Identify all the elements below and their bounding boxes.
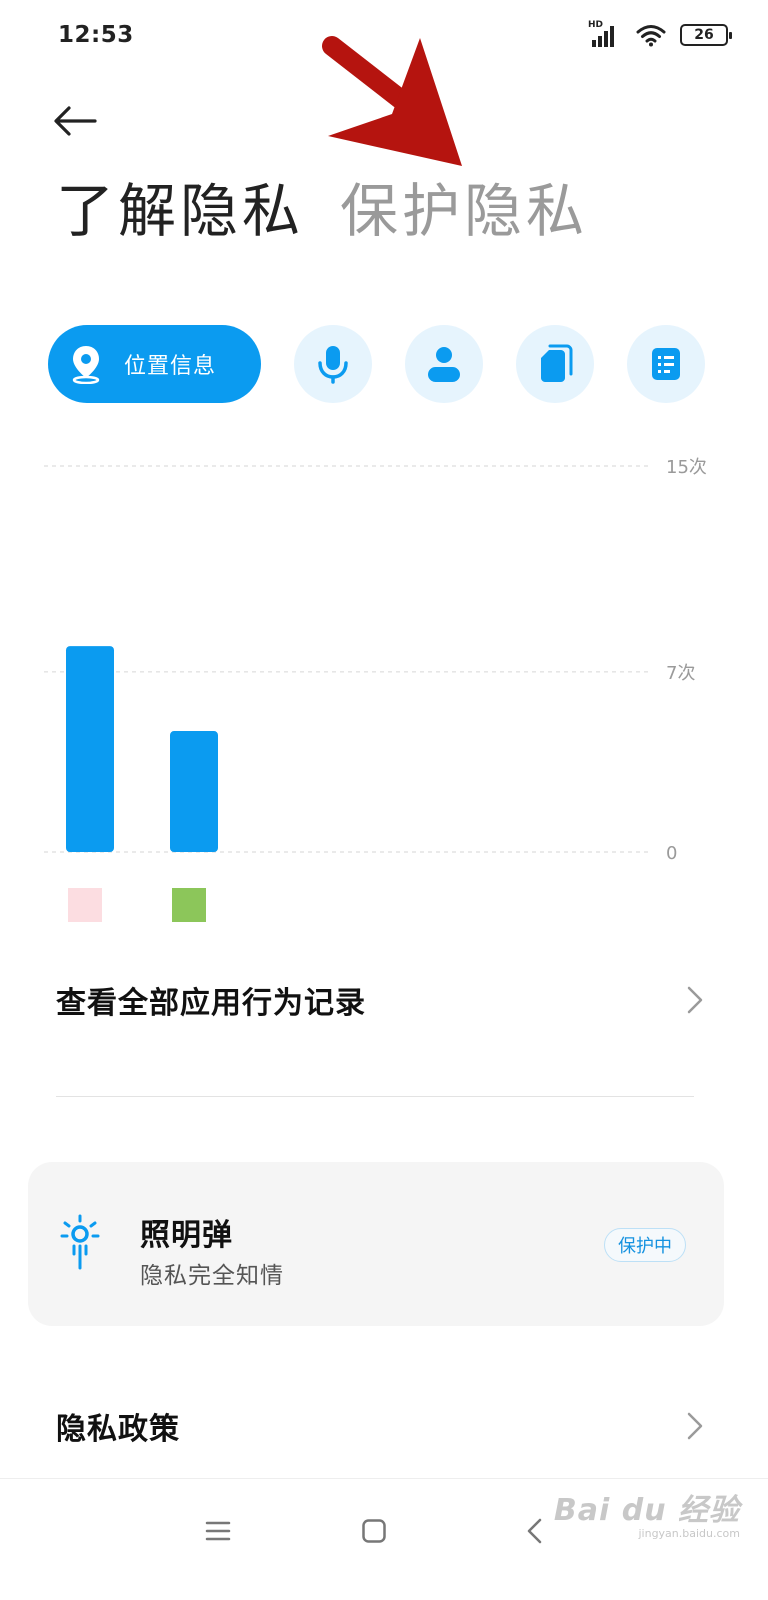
divider [56, 1096, 694, 1097]
feature-title: 照明弹 [140, 1218, 233, 1253]
category-microphone[interactable] [294, 325, 372, 403]
baidu-watermark: Bai du 经验 jingyan.baidu.com [554, 1485, 740, 1540]
usage-chart-svg: 15次 7次 0 [44, 457, 707, 922]
list-document-icon [652, 348, 680, 380]
location-pin-icon [72, 346, 100, 384]
back-button[interactable] [52, 98, 98, 144]
battery-icon: 26 [680, 24, 732, 46]
category-selector: 位置信息 [48, 325, 728, 403]
flare-icon [60, 1214, 100, 1270]
chevron-right-icon [687, 1412, 703, 1440]
back-nav-button[interactable] [512, 1509, 556, 1553]
status-badge: 保护中 [604, 1228, 686, 1262]
flare-feature-card[interactable]: 照明弹 隐私完全知情 保护中 [28, 1162, 724, 1326]
arrow-left-icon [54, 106, 97, 136]
feature-subtitle: 隐私完全知情 [140, 1263, 284, 1289]
category-list[interactable] [627, 325, 705, 403]
home-button[interactable] [352, 1509, 396, 1553]
menu-icon [205, 1521, 231, 1541]
back-chevron-icon [527, 1518, 542, 1544]
chart-y-tick-label: 7次 [666, 663, 695, 684]
status-icons: HD 26 [588, 20, 732, 48]
files-icon [541, 344, 573, 382]
category-location[interactable]: 位置信息 [48, 325, 261, 403]
category-files[interactable] [516, 325, 594, 403]
chart-y-tick-label: 15次 [666, 457, 707, 478]
microphone-icon [318, 346, 348, 384]
privacy-policy-label: 隐私政策 [56, 1412, 180, 1447]
wifi-icon [636, 25, 666, 47]
menu-button[interactable] [196, 1509, 240, 1553]
chevron-right-icon [687, 986, 703, 1014]
view-all-records-label: 查看全部应用行为记录 [56, 986, 366, 1021]
chart-y-tick-label: 0 [666, 843, 677, 864]
chart-category-swatch [68, 888, 102, 922]
usage-chart: 15次 7次 0 [44, 440, 724, 960]
category-location-label: 位置信息 [124, 354, 217, 379]
chart-bar[interactable] [170, 731, 218, 852]
network-label: HD [588, 20, 604, 30]
category-contacts[interactable] [405, 325, 483, 403]
chart-bar[interactable] [66, 646, 114, 852]
battery-level: 26 [694, 27, 714, 43]
privacy-policy-row[interactable]: 隐私政策 [56, 1396, 704, 1456]
header-tabs: 了解隐私 保护隐私 [56, 182, 588, 240]
status-time: 12:53 [58, 22, 134, 48]
status-bar: 12:53 HD 26 [0, 0, 768, 72]
signal-icon: HD [588, 20, 622, 48]
tab-know-privacy[interactable]: 了解隐私 [56, 182, 304, 240]
tab-protect-privacy[interactable]: 保护隐私 [340, 182, 588, 240]
home-square-icon [362, 1519, 386, 1543]
navigation-bar: Bai du 经验 jingyan.baidu.com [0, 1478, 768, 1600]
contact-person-icon [428, 347, 460, 382]
view-all-records-row[interactable]: 查看全部应用行为记录 [56, 970, 704, 1030]
chart-category-swatch [172, 888, 206, 922]
watermark-brand: Bai du 经验 [553, 1493, 740, 1528]
